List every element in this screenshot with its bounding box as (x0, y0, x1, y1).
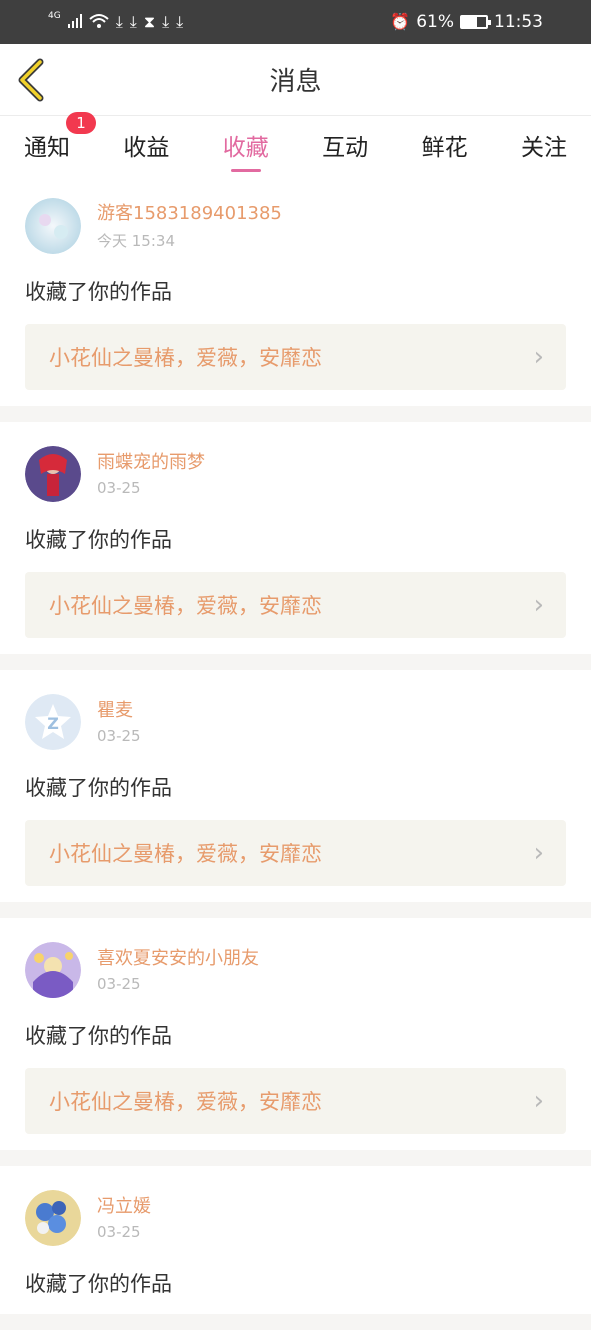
work-title: 小花仙之曼椿，爱薇，安靡恋 (49, 594, 322, 618)
list-item: 冯立媛 03-25 收藏了你的作品 (0, 1166, 591, 1330)
tab-favorites[interactable]: 收藏 (223, 118, 269, 172)
chevron-right-icon: › (533, 838, 544, 868)
work-title: 小花仙之曼椿，爱薇，安靡恋 (49, 842, 322, 866)
back-button[interactable] (14, 58, 50, 102)
tab-notifications[interactable]: 通知 1 (24, 112, 96, 172)
chevron-right-icon: › (533, 342, 544, 372)
download-icon: ⤓ (129, 12, 137, 31)
tab-label: 互动 (322, 135, 369, 161)
tab-interactions[interactable]: 互动 (322, 118, 368, 172)
wifi-icon (89, 13, 109, 32)
chevron-right-icon: › (533, 1086, 544, 1116)
avatar[interactable] (25, 1190, 81, 1246)
timestamp: 今天 15:34 (97, 231, 175, 250)
page-title: 消息 (269, 67, 322, 97)
work-link[interactable]: 小花仙之曼椿，爱薇，安靡恋 › (25, 820, 566, 886)
header: 消息 (0, 44, 591, 116)
tab-label: 通知 (24, 135, 70, 161)
status-bar: 4G ⤓ ⤓ ⧗ ⤓ ⤓ ⏰ 61% 11:53 (0, 0, 591, 44)
work-title: 小花仙之曼椿，爱薇，安靡恋 (49, 1090, 322, 1114)
action-text: 收藏了你的作品 (25, 280, 172, 304)
tab-earnings[interactable]: 收益 (123, 118, 169, 172)
work-link[interactable]: 小花仙之曼椿，爱薇，安靡恋 › (25, 1068, 566, 1134)
tab-label: 收益 (123, 135, 170, 161)
list-item: 游客1583189401385 今天 15:34 收藏了你的作品 小花仙之曼椿，… (0, 174, 591, 422)
status-left: 4G ⤓ ⤓ ⧗ ⤓ ⤓ (48, 11, 184, 32)
username[interactable]: 游客1583189401385 (97, 202, 282, 226)
alarm-icon: ⏰ (390, 12, 411, 31)
tab-label: 关注 (520, 135, 567, 161)
avatar[interactable] (25, 942, 81, 998)
tab-bar: 通知 1 收益 收藏 互动 鲜花 关注 (0, 112, 591, 174)
svg-text:Z: Z (47, 714, 59, 733)
avatar[interactable] (25, 446, 81, 502)
username[interactable]: 雨蝶宠的雨梦 (97, 451, 205, 475)
timestamp: 03-25 (97, 1223, 141, 1241)
tab-label: 收藏 (222, 135, 269, 161)
battery-percent: 61% (416, 12, 454, 32)
timestamp: 03-25 (97, 975, 141, 993)
avatar[interactable] (25, 198, 81, 254)
username[interactable]: 瞿麦 (97, 699, 141, 723)
status-right: ⏰ 61% 11:53 (390, 12, 543, 32)
work-link[interactable]: 小花仙之曼椿，爱薇，安靡恋 › (25, 324, 566, 390)
work-link[interactable]: 小花仙之曼椿，爱薇，安靡恋 › (25, 572, 566, 638)
tab-flowers[interactable]: 鲜花 (422, 118, 468, 172)
tab-label: 鲜花 (421, 135, 468, 161)
notification-badge: 1 (66, 112, 96, 134)
message-list: 游客1583189401385 今天 15:34 收藏了你的作品 小花仙之曼椿，… (0, 174, 591, 1330)
download-icon: ⤓ (115, 12, 123, 31)
action-text: 收藏了你的作品 (25, 1272, 172, 1296)
chevron-right-icon: › (533, 590, 544, 620)
download-icon: ⤓ (162, 12, 170, 31)
action-text: 收藏了你的作品 (25, 528, 172, 552)
battery-fill (462, 17, 477, 27)
network-type: 4G (48, 11, 61, 21)
username[interactable]: 冯立媛 (97, 1195, 151, 1219)
action-text: 收藏了你的作品 (25, 1024, 172, 1048)
list-item: 喜欢夏安安的小朋友 03-25 收藏了你的作品 小花仙之曼椿，爱薇，安靡恋 › (0, 918, 591, 1166)
clock: 11:53 (494, 12, 543, 32)
list-item: 雨蝶宠的雨梦 03-25 收藏了你的作品 小花仙之曼椿，爱薇，安靡恋 › (0, 422, 591, 670)
list-item: Z 瞿麦 03-25 收藏了你的作品 小花仙之曼椿，爱薇，安靡恋 › (0, 670, 591, 918)
tab-following[interactable]: 关注 (521, 118, 567, 172)
chevron-left-icon (18, 58, 44, 102)
action-text: 收藏了你的作品 (25, 776, 172, 800)
avatar[interactable]: Z (25, 694, 81, 750)
hourglass-icon: ⧗ (143, 12, 156, 31)
work-title: 小花仙之曼椿，爱薇，安靡恋 (49, 346, 322, 370)
timestamp: 03-25 (97, 479, 141, 497)
battery-icon (460, 15, 491, 29)
download-icon: ⤓ (176, 12, 184, 31)
signal-icon (67, 13, 82, 31)
timestamp: 03-25 (97, 727, 141, 745)
username[interactable]: 喜欢夏安安的小朋友 (97, 947, 259, 971)
